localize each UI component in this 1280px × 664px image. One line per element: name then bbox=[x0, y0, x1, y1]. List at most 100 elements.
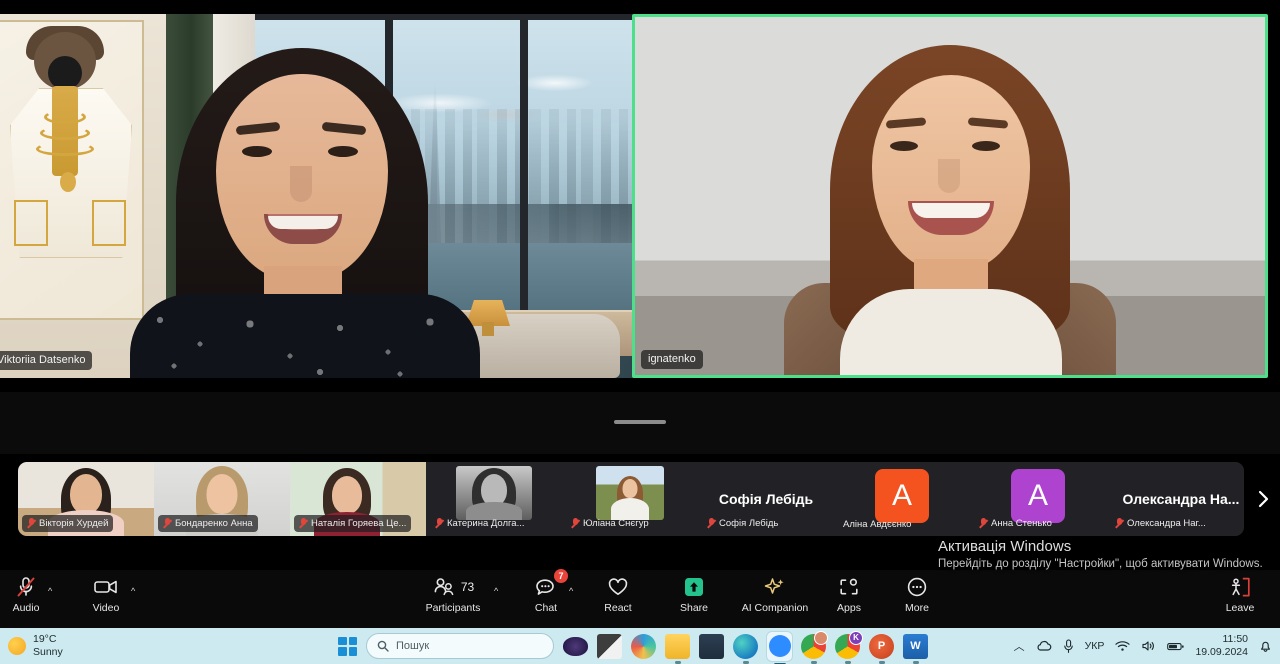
chat-options-chevron-up-icon[interactable]: ^ bbox=[569, 586, 573, 596]
speaker-icon[interactable] bbox=[1141, 640, 1156, 652]
google-chrome-icon[interactable] bbox=[801, 630, 828, 664]
resize-handle[interactable] bbox=[614, 420, 666, 424]
stage-divider bbox=[0, 392, 1280, 454]
video-button[interactable]: Video bbox=[84, 574, 128, 624]
file-explorer-icon[interactable] bbox=[665, 633, 690, 664]
video-stage: Viktoriia Datsenko ignatenko bbox=[0, 0, 1280, 392]
thumb-name: Аліна Авдєєнко bbox=[843, 518, 912, 530]
mic-muted-icon bbox=[979, 518, 987, 529]
watermark-title: Активація Windows bbox=[938, 538, 1072, 555]
mic-muted-icon bbox=[27, 518, 35, 529]
microsoft-store-icon[interactable] bbox=[699, 633, 724, 659]
participants-count: 73 bbox=[460, 580, 475, 594]
chat-bubble-icon: 7 bbox=[535, 569, 568, 600]
participant-portrait bbox=[130, 48, 480, 378]
list-item[interactable]: Наталія Горяева Це... bbox=[290, 462, 426, 536]
speaker-name-label: ignatenko bbox=[641, 350, 703, 369]
avatar: A bbox=[875, 469, 929, 523]
search-input[interactable]: Пошук bbox=[366, 633, 554, 659]
leave-label: Leave bbox=[1225, 602, 1255, 614]
windows-taskbar: 19°C Sunny Пошук K P W ︿ УКР 11:50 19.09… bbox=[0, 628, 1280, 664]
camera-icon bbox=[94, 574, 118, 600]
list-item[interactable]: Бондаренко Анна bbox=[154, 462, 290, 536]
list-item[interactable]: Олександра На... Олександра Наг... bbox=[1106, 462, 1244, 536]
participants-button[interactable]: 73 Participants bbox=[421, 574, 485, 624]
windows-logo-icon[interactable] bbox=[338, 636, 357, 656]
list-item[interactable]: Катерина Долга... bbox=[426, 462, 562, 536]
thumb-name: Юліана Снєгур bbox=[566, 515, 654, 532]
search-placeholder: Пошук bbox=[396, 640, 430, 652]
chevron-up-icon[interactable]: ︿ bbox=[1014, 638, 1025, 654]
cloud-icon[interactable] bbox=[1036, 640, 1052, 652]
zoom-meeting-window: Viktoriia Datsenko ignatenko Вікторія Ху… bbox=[0, 0, 1280, 664]
thumb-name: Вікторія Хурдей bbox=[22, 515, 114, 532]
language-indicator[interactable]: УКР bbox=[1085, 640, 1105, 652]
video-feed bbox=[635, 17, 1265, 375]
weather-widget[interactable]: 19°C Sunny bbox=[8, 633, 63, 659]
microphone-muted-icon bbox=[16, 574, 36, 600]
windows-activation-watermark: Активація Windows Перейдіть до розділу "… bbox=[938, 538, 1268, 573]
audio-options-chevron-up-icon[interactable]: ^ bbox=[48, 586, 52, 596]
apps-icon bbox=[838, 574, 860, 600]
thumb-name: Анна Стенько bbox=[974, 515, 1057, 532]
clock[interactable]: 11:50 19.09.2024 bbox=[1195, 633, 1248, 658]
chat-button[interactable]: 7 Chat bbox=[527, 569, 568, 624]
task-view-icon[interactable] bbox=[563, 636, 588, 656]
chevron-right-icon[interactable] bbox=[1252, 474, 1274, 524]
taskbar-center: Пошук K P W bbox=[338, 628, 928, 664]
share-button[interactable]: Share bbox=[670, 574, 718, 624]
participants-options-chevron-up-icon[interactable]: ^ bbox=[494, 586, 498, 596]
battery-icon[interactable] bbox=[1167, 641, 1185, 652]
participant-filmstrip[interactable]: Вікторія Хурдей Бондаренко Анна Наталія … bbox=[18, 462, 1244, 536]
speaker-name-label: Viktoriia Datsenko bbox=[0, 351, 93, 370]
meeting-toolbar: Audio ^ Video ^ 73 Participants ^ 7 Chat… bbox=[0, 569, 1280, 628]
share-label: Share bbox=[679, 602, 709, 614]
video-tile-ignatenko[interactable]: ignatenko bbox=[632, 14, 1268, 378]
zoom-icon[interactable] bbox=[767, 631, 792, 664]
more-button[interactable]: More bbox=[898, 574, 936, 624]
share-screen-icon bbox=[683, 574, 705, 600]
ellipsis-icon bbox=[906, 574, 928, 600]
thumb-name: Катерина Долга... bbox=[430, 515, 530, 532]
react-label: React bbox=[604, 602, 632, 614]
apps-label: Apps bbox=[837, 602, 861, 614]
wifi-icon[interactable] bbox=[1115, 640, 1131, 652]
file-explorer-dark-icon[interactable] bbox=[597, 633, 622, 659]
list-item[interactable]: Софія Лебідь Софія Лебідь bbox=[698, 462, 834, 536]
microsoft-edge-icon[interactable] bbox=[733, 633, 758, 664]
powerpoint-icon[interactable]: P bbox=[869, 633, 894, 664]
word-icon[interactable]: W bbox=[903, 633, 928, 664]
bell-icon[interactable] bbox=[1259, 639, 1272, 653]
list-item[interactable]: Юліана Снєгур bbox=[562, 462, 698, 536]
mic-muted-icon bbox=[435, 518, 443, 529]
sun-icon bbox=[8, 637, 26, 655]
thumb-name: Наталія Горяева Це... bbox=[294, 515, 412, 532]
video-options-chevron-up-icon[interactable]: ^ bbox=[131, 586, 135, 596]
list-item[interactable]: Вікторія Хурдей bbox=[18, 462, 154, 536]
windows-copilot-icon[interactable] bbox=[631, 633, 656, 659]
leave-button[interactable]: Leave bbox=[1218, 574, 1262, 624]
list-item[interactable]: A Анна Стенько bbox=[970, 462, 1106, 536]
thumb-name: Бондаренко Анна bbox=[158, 515, 258, 532]
wall-art bbox=[0, 20, 144, 320]
ai-companion-button[interactable]: AI Companion bbox=[735, 574, 815, 624]
video-label: Video bbox=[92, 602, 120, 614]
apps-button[interactable]: Apps bbox=[830, 574, 868, 624]
google-chrome-k-icon[interactable]: K bbox=[835, 630, 863, 664]
react-button[interactable]: React bbox=[596, 574, 640, 624]
leave-door-icon bbox=[1228, 574, 1252, 600]
audio-label: Audio bbox=[12, 602, 40, 614]
search-icon bbox=[377, 640, 389, 652]
thumb-name: Олександра Наг... bbox=[1110, 515, 1211, 532]
microphone-icon[interactable] bbox=[1063, 638, 1074, 654]
more-label: More bbox=[905, 602, 929, 614]
mic-muted-icon bbox=[299, 518, 307, 529]
audio-button[interactable]: Audio bbox=[6, 574, 46, 624]
weather-condition: Sunny bbox=[33, 646, 63, 658]
list-item[interactable]: A Аліна Авдєєнко bbox=[834, 462, 970, 536]
video-feed bbox=[0, 14, 638, 378]
video-tile-viktoriia-datsenko[interactable]: Viktoriia Datsenko bbox=[0, 14, 638, 378]
chat-badge: 7 bbox=[554, 569, 568, 583]
chat-label: Chat bbox=[534, 602, 558, 614]
people-icon: 73 bbox=[432, 574, 474, 600]
